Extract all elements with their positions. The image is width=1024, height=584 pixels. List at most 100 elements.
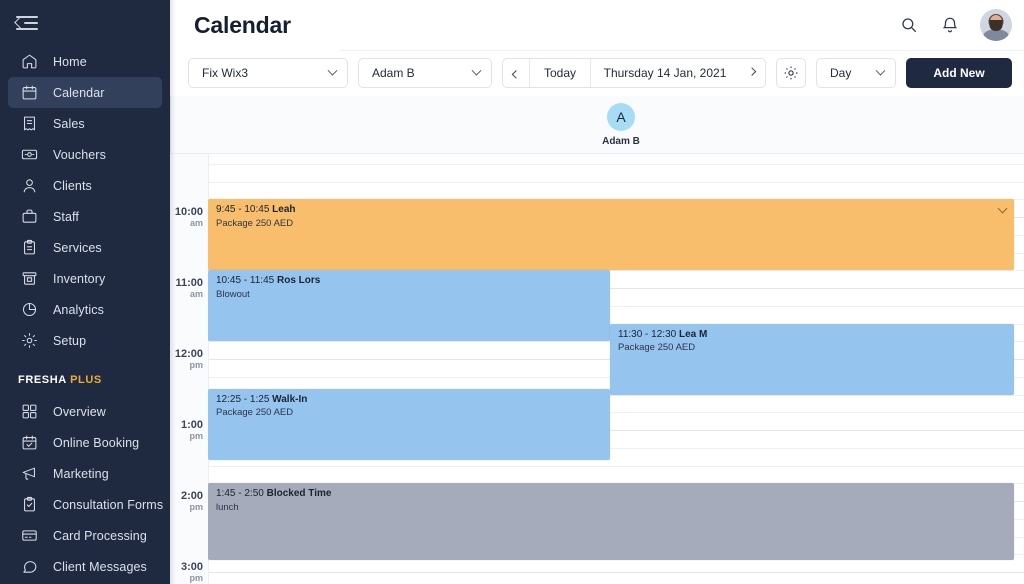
collapse-menu-icon[interactable] [16,15,38,31]
event-client: Blocked Time [267,488,332,499]
sidebar-main-nav: Home Calendar Sales Vouchers Clients Staff Ser… [0,46,170,356]
sidebar-item-calendar[interactable]: Calendar [8,77,162,108]
calendar-event[interactable]: 12:25 - 1:25 Walk-InPackage 250 AED [208,389,610,460]
grid-line [208,572,1024,573]
time-label-meridiem: am [175,219,203,228]
sidebar-item-services[interactable]: Services [8,232,162,263]
sidebar-item-label: Services [53,241,102,255]
sidebar-item-setup[interactable]: Setup [8,325,162,356]
time-label-meridiem: pm [175,361,203,370]
credit-card-icon [18,525,40,547]
sidebar-item-client-messages[interactable]: Client Messages [8,551,162,582]
event-time-and-client: 10:45 - 11:45 Ros Lors [216,275,602,288]
receipt-icon [18,113,40,135]
gear-icon [18,330,40,352]
time-label-hour: 11:00 [175,278,203,290]
section-title-main: FRESHA [18,374,66,386]
sidebar-item-label: Sales [53,117,85,131]
grid-squares-icon [18,401,40,423]
sidebar-item-inventory[interactable]: Inventory [8,263,162,294]
calendar-event[interactable]: 11:30 - 12:30 Lea MPackage 250 AED [610,324,1014,395]
view-select[interactable]: Day [816,58,896,88]
event-time-and-client: 12:25 - 1:25 Walk-In [216,394,602,407]
time-gutter: 10:00am11:00am12:00pm1:00pm2:00pm3:00pm [170,154,208,584]
calendar-event[interactable]: 10:45 - 11:45 Ros LorsBlowout [208,270,610,341]
sidebar-item-card-processing[interactable]: Card Processing [8,520,162,551]
calendar-container: A Adam B 10:00am11:00am12:00pm1:00pm2:00… [170,96,1024,584]
location-select[interactable]: Fix Wix3 [188,58,348,88]
sidebar-plus-nav: Overview Online Booking Marketing Consultat… [0,396,170,582]
time-label-meridiem: pm [181,432,203,441]
time-label: 10:00am [175,207,203,228]
time-label-hour: 12:00 [175,349,203,361]
prev-day-button[interactable] [503,59,529,87]
event-client: Walk-In [272,394,307,405]
voucher-icon [18,144,40,166]
sidebar-item-vouchers[interactable]: Vouchers [8,139,162,170]
time-gutter-header [170,96,208,153]
user-avatar[interactable] [980,9,1012,41]
sidebar-item-label: Calendar [53,86,105,100]
time-label: 2:00pm [181,491,203,512]
clipboard-icon [18,237,40,259]
time-label-hour: 10:00 [175,207,203,219]
chevron-down-icon [472,65,482,75]
staff-select[interactable]: Adam B [358,58,492,88]
chevron-left-icon [512,70,520,78]
briefcase-icon [18,206,40,228]
sidebar-item-label: Consultation Forms [53,498,163,512]
top-bar-actions [898,9,1012,41]
today-button[interactable]: Today [529,59,591,87]
time-label-hour: 2:00 [181,491,203,503]
staff-header-adam-b[interactable]: A Adam B [208,96,1024,153]
clipboard-check-icon [18,494,40,516]
calendar-check-icon [18,432,40,454]
time-label-hour: 1:00 [181,420,203,432]
sidebar-item-clients[interactable]: Clients [8,170,162,201]
calendar-settings-button[interactable] [776,58,806,88]
sidebar-item-consultation-forms[interactable]: Consultation Forms [8,489,162,520]
event-service: Blowout [216,289,602,301]
sidebar-item-label: Marketing [53,467,109,481]
time-label-meridiem: pm [181,503,203,512]
calendar-grid-scroll[interactable]: 10:00am11:00am12:00pm1:00pm2:00pm3:00pm … [170,154,1024,584]
top-bar-divider [340,50,1024,51]
calendar-event[interactable]: 1:45 - 2:50 Blocked Timelunch [208,483,1014,560]
sidebar-item-analytics[interactable]: Analytics [8,294,162,325]
chevron-down-icon [876,65,886,75]
grid-line [208,164,1024,165]
sidebar-item-sales[interactable]: Sales [8,108,162,139]
view-select-value: Day [830,66,851,80]
sidebar-item-online-booking[interactable]: Online Booking [8,427,162,458]
time-label: 11:00am [175,278,203,299]
sidebar-collapse-row [0,0,170,46]
sidebar-item-label: Client Messages [53,560,147,574]
pie-chart-icon [18,299,40,321]
chevron-down-icon [328,65,338,75]
calendar-event[interactable]: 9:45 - 10:45 LeahPackage 250 AED [208,199,1014,270]
sidebar-item-label: Home [53,55,87,69]
sidebar-item-home[interactable]: Home [8,46,162,77]
sidebar-item-label: Clients [53,179,92,193]
sidebar-item-label: Vouchers [53,148,106,162]
collapse-arrow-icon [14,16,27,29]
event-time: 10:45 - 11:45 [216,275,274,286]
grid-line [208,466,1024,467]
staff-column-header: A Adam B [170,96,1024,154]
sidebar-item-marketing[interactable]: Marketing [8,458,162,489]
sidebar-item-staff[interactable]: Staff [8,201,162,232]
sidebar-item-overview[interactable]: Overview [8,396,162,427]
sidebar-item-label: Online Booking [53,436,139,450]
current-date-label[interactable]: Thursday 14 Jan, 2021 [591,59,739,87]
event-client: Lea M [679,329,707,340]
search-icon[interactable] [898,14,920,36]
time-label-meridiem: am [175,290,203,299]
date-navigation-group: Today Thursday 14 Jan, 2021 [502,58,766,88]
main-area: Calendar Fix Wix3 Adam B [170,0,1024,584]
next-day-button[interactable] [739,59,765,87]
staff-avatar: A [607,103,635,131]
notification-bell-icon[interactable] [939,14,961,36]
event-client: Leah [272,204,295,215]
time-label: 1:00pm [181,420,203,441]
add-new-button[interactable]: Add New [906,58,1012,88]
